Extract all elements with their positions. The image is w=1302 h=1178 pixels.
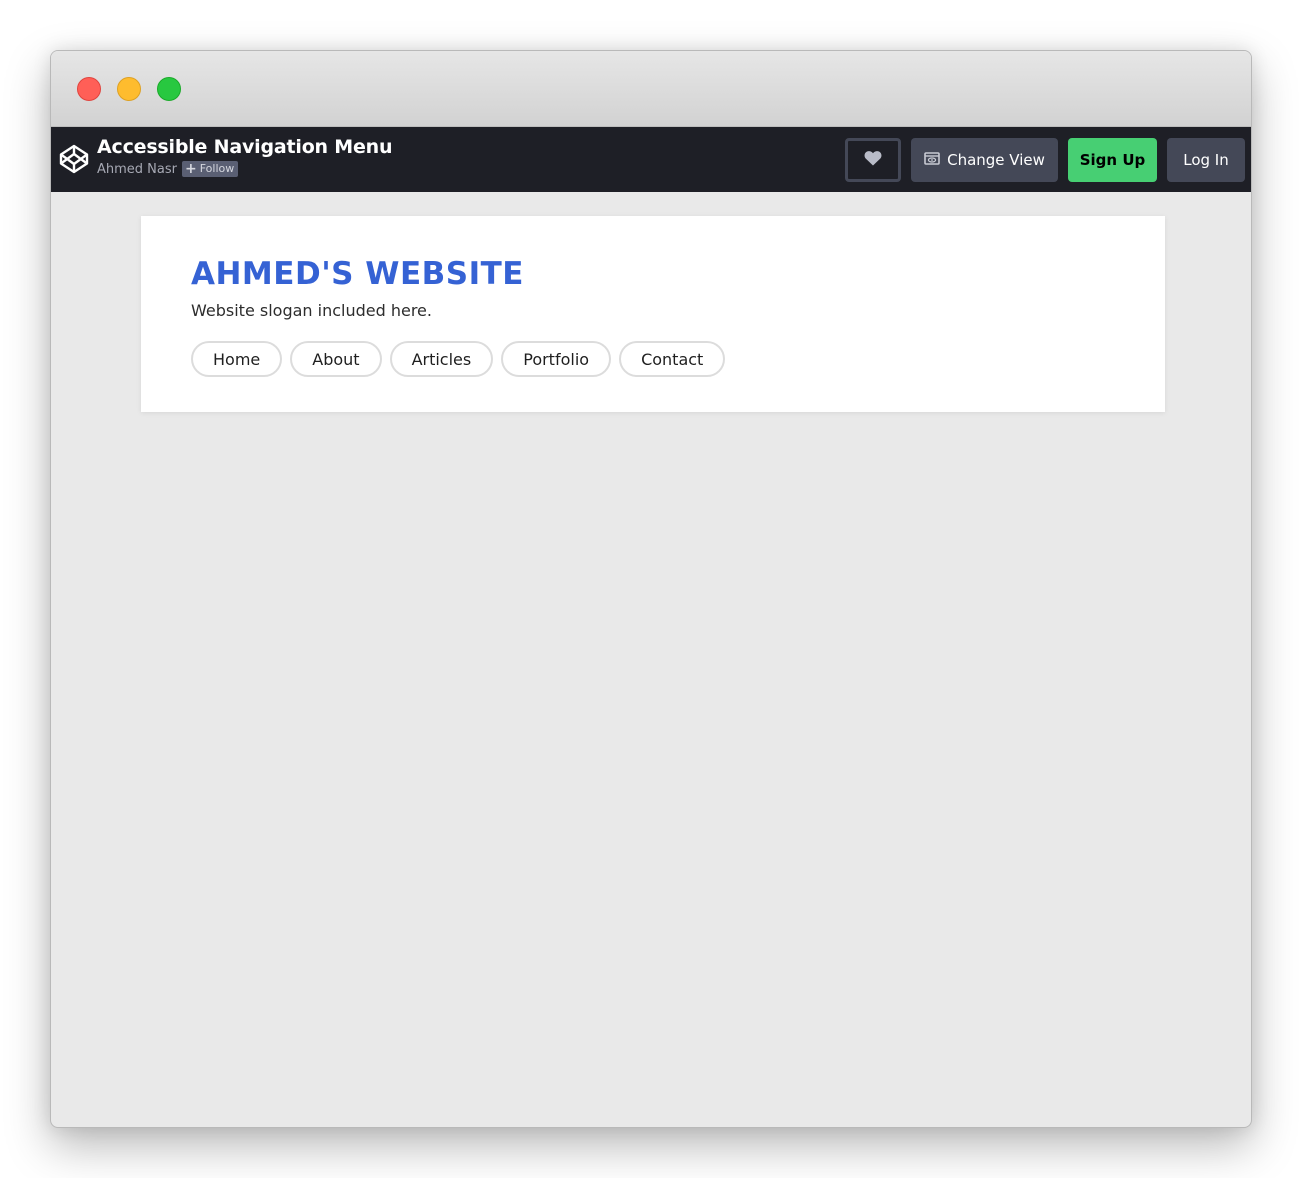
sign-up-button[interactable]: Sign Up <box>1068 138 1157 182</box>
eye-window-icon <box>924 151 940 169</box>
site-slogan: Website slogan included here. <box>191 301 432 320</box>
follow-button[interactable]: + Follow <box>182 161 239 177</box>
nav-item-portfolio[interactable]: Portfolio <box>501 341 612 377</box>
nav-item-home[interactable]: Home <box>191 341 283 377</box>
codepen-header: Accessible Navigation Menu Ahmed Nasr + … <box>51 127 1251 192</box>
nav-item-articles[interactable]: Articles <box>389 341 494 377</box>
codepen-logo-icon[interactable] <box>58 143 90 175</box>
pen-author-row: Ahmed Nasr + Follow <box>97 161 239 177</box>
log-in-button[interactable]: Log In <box>1167 138 1245 182</box>
change-view-button[interactable]: Change View <box>911 138 1058 182</box>
change-view-label: Change View <box>947 151 1045 169</box>
plus-icon: + <box>185 161 197 177</box>
main-navigation: Home About Articles Portfolio Contact <box>191 341 726 377</box>
window-titlebar <box>51 51 1251 127</box>
nav-item-contact[interactable]: Contact <box>619 341 726 377</box>
pen-title: Accessible Navigation Menu <box>97 136 393 158</box>
close-window-button[interactable] <box>77 77 101 101</box>
browser-window: Accessible Navigation Menu Ahmed Nasr + … <box>50 50 1252 1128</box>
maximize-window-button[interactable] <box>157 77 181 101</box>
minimize-window-button[interactable] <box>117 77 141 101</box>
follow-label: Follow <box>199 162 235 175</box>
pen-author-link[interactable]: Ahmed Nasr <box>97 162 177 177</box>
site-title[interactable]: AHMED'S WEBSITE <box>191 256 524 292</box>
heart-button[interactable] <box>845 138 901 182</box>
site-header-card: AHMED'S WEBSITE Website slogan included … <box>141 216 1165 412</box>
nav-item-about[interactable]: About <box>290 341 382 377</box>
heart-icon <box>864 150 882 170</box>
